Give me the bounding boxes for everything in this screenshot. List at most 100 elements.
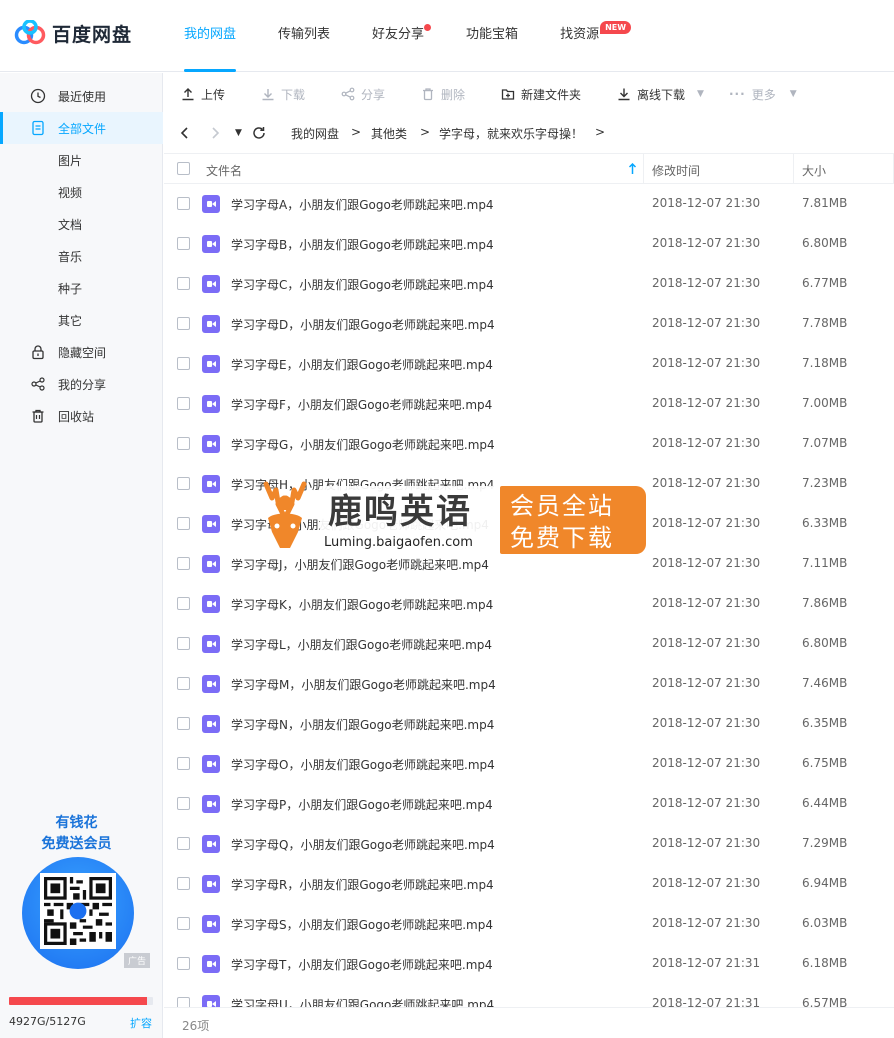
file-name[interactable]: 学习字母K，小朋友们跟Gogo老师跳起来吧.mp4 — [231, 596, 493, 613]
file-size: 6.57MB — [802, 996, 848, 1007]
offline-download-button[interactable]: 离线下载 ▼ — [617, 85, 704, 103]
table-row[interactable]: 学习字母D，小朋友们跟Gogo老师跳起来吧.mp4 2018-12-07 21:3… — [164, 304, 894, 344]
table-row[interactable]: 学习字母E，小朋友们跟Gogo老师跳起来吧.mp4 2018-12-07 21:3… — [164, 344, 894, 384]
tab-find-resources[interactable]: 找资源 NEW — [560, 0, 632, 72]
caret-down-icon[interactable]: ▼ — [790, 89, 797, 99]
sidebar-item-my-shares[interactable]: 我的分享 — [0, 368, 163, 400]
file-name[interactable]: 学习字母R，小朋友们跟Gogo老师跳起来吧.mp4 — [231, 876, 494, 893]
select-all-checkbox[interactable] — [177, 162, 190, 175]
expand-storage-link[interactable]: 扩容 — [130, 1015, 152, 1031]
refresh-icon[interactable] — [251, 125, 267, 141]
row-checkbox[interactable] — [177, 917, 190, 930]
row-checkbox[interactable] — [177, 717, 190, 730]
file-name[interactable]: 学习字母U，小朋友们跟Gogo老师跳起来吧.mp4 — [231, 996, 494, 1007]
logo[interactable]: 百度网盘 — [14, 20, 132, 46]
row-checkbox[interactable] — [177, 397, 190, 410]
sidebar-item-hidden-space[interactable]: 隐藏空间 — [0, 336, 163, 368]
tab-my-netdisk[interactable]: 我的网盘 — [184, 0, 237, 72]
file-name[interactable]: 学习字母G，小朋友们跟Gogo老师跳起来吧.mp4 — [231, 436, 495, 453]
row-checkbox[interactable] — [177, 197, 190, 210]
table-row[interactable]: 学习字母O，小朋友们跟Gogo老师跳起来吧.mp4 2018-12-07 21:3… — [164, 744, 894, 784]
file-name[interactable]: 学习字母F，小朋友们跟Gogo老师跳起来吧.mp4 — [231, 396, 492, 413]
file-name[interactable]: 学习字母D，小朋友们跟Gogo老师跳起来吧.mp4 — [231, 316, 495, 333]
row-checkbox[interactable] — [177, 477, 190, 490]
file-name[interactable]: 学习字母B，小朋友们跟Gogo老师跳起来吧.mp4 — [231, 236, 494, 253]
delete-button[interactable]: 删除 — [421, 85, 465, 103]
file-size: 7.18MB — [802, 356, 848, 370]
video-file-icon — [202, 515, 220, 533]
column-size[interactable]: 大小 — [802, 162, 826, 179]
file-name[interactable]: 学习字母P，小朋友们跟Gogo老师跳起来吧.mp4 — [231, 796, 493, 813]
file-name[interactable]: 学习字母L，小朋友们跟Gogo老师跳起来吧.mp4 — [231, 636, 492, 653]
row-checkbox[interactable] — [177, 317, 190, 330]
tab-toolbox[interactable]: 功能宝箱 — [466, 0, 518, 72]
table-row[interactable]: 学习字母C，小朋友们跟Gogo老师跳起来吧.mp4 2018-12-07 21:3… — [164, 264, 894, 304]
table-row[interactable]: 学习字母U，小朋友们跟Gogo老师跳起来吧.mp4 2018-12-07 21:3… — [164, 984, 894, 1007]
row-checkbox[interactable] — [177, 277, 190, 290]
sidebar-item-music[interactable]: 音乐 — [0, 240, 163, 272]
sidebar-item-recent[interactable]: 最近使用 — [0, 80, 163, 112]
back-arrow-icon[interactable] — [177, 125, 193, 141]
tab-friend-share[interactable]: 好友分享 — [372, 0, 432, 72]
row-checkbox[interactable] — [177, 877, 190, 890]
tab-transfer-list[interactable]: 传输列表 — [278, 0, 330, 72]
new-folder-button[interactable]: 新建文件夹 — [501, 85, 581, 103]
file-name[interactable]: 学习字母Q，小朋友们跟Gogo老师跳起来吧.mp4 — [231, 836, 495, 853]
promo-qr-banner[interactable] — [22, 857, 140, 969]
row-checkbox[interactable] — [177, 997, 190, 1007]
table-row[interactable]: 学习字母K，小朋友们跟Gogo老师跳起来吧.mp4 2018-12-07 21:3… — [164, 584, 894, 624]
sidebar-item-torrents[interactable]: 种子 — [0, 272, 163, 304]
file-name[interactable]: 学习字母C，小朋友们跟Gogo老师跳起来吧.mp4 — [231, 276, 494, 293]
row-checkbox[interactable] — [177, 557, 190, 570]
breadcrumb-item[interactable]: 其他类 — [371, 125, 407, 142]
sidebar-item-other[interactable]: 其它 — [0, 304, 163, 336]
row-checkbox[interactable] — [177, 597, 190, 610]
column-modified-time[interactable]: 修改时间 — [652, 162, 700, 179]
sort-ascending-icon[interactable] — [628, 163, 637, 175]
table-row[interactable]: 学习字母A，小朋友们跟Gogo老师跳起来吧.mp4 2018-12-07 21:3… — [164, 184, 894, 224]
row-checkbox[interactable] — [177, 637, 190, 650]
file-name[interactable]: 学习字母N，小朋友们跟Gogo老师跳起来吧.mp4 — [231, 716, 494, 733]
sidebar-item-recycle-bin[interactable]: 回收站 — [0, 400, 163, 432]
forward-arrow-icon[interactable] — [207, 125, 223, 141]
sidebar-item-videos[interactable]: 视频 — [0, 176, 163, 208]
breadcrumb-current[interactable]: 学字母，就来欢乐字母操！ — [439, 125, 583, 142]
row-checkbox[interactable] — [177, 517, 190, 530]
history-caret-icon[interactable]: ▼ — [235, 128, 242, 138]
table-row[interactable]: 学习字母B，小朋友们跟Gogo老师跳起来吧.mp4 2018-12-07 21:3… — [164, 224, 894, 264]
row-checkbox[interactable] — [177, 797, 190, 810]
table-row[interactable]: 学习字母P，小朋友们跟Gogo老师跳起来吧.mp4 2018-12-07 21:3… — [164, 784, 894, 824]
table-row[interactable]: 学习字母M，小朋友们跟Gogo老师跳起来吧.mp4 2018-12-07 21:3… — [164, 664, 894, 704]
table-row[interactable]: 学习字母F，小朋友们跟Gogo老师跳起来吧.mp4 2018-12-07 21:3… — [164, 384, 894, 424]
file-name[interactable]: 学习字母E，小朋友们跟Gogo老师跳起来吧.mp4 — [231, 356, 493, 373]
share-button[interactable]: 分享 — [341, 85, 385, 103]
row-checkbox[interactable] — [177, 757, 190, 770]
sidebar-item-images[interactable]: 图片 — [0, 144, 163, 176]
table-row[interactable]: 学习字母L，小朋友们跟Gogo老师跳起来吧.mp4 2018-12-07 21:3… — [164, 624, 894, 664]
file-name[interactable]: 学习字母A，小朋友们跟Gogo老师跳起来吧.mp4 — [231, 196, 494, 213]
row-checkbox[interactable] — [177, 437, 190, 450]
table-row[interactable]: 学习字母Q，小朋友们跟Gogo老师跳起来吧.mp4 2018-12-07 21:3… — [164, 824, 894, 864]
row-checkbox[interactable] — [177, 237, 190, 250]
table-row[interactable]: 学习字母S，小朋友们跟Gogo老师跳起来吧.mp4 2018-12-07 21:3… — [164, 904, 894, 944]
breadcrumb-root[interactable]: 我的网盘 — [291, 125, 339, 142]
file-name[interactable]: 学习字母S，小朋友们跟Gogo老师跳起来吧.mp4 — [231, 916, 493, 933]
upload-button[interactable]: 上传 — [181, 85, 225, 103]
column-filename[interactable]: 文件名 — [206, 162, 242, 179]
row-checkbox[interactable] — [177, 957, 190, 970]
table-row[interactable]: 学习字母N，小朋友们跟Gogo老师跳起来吧.mp4 2018-12-07 21:3… — [164, 704, 894, 744]
file-name[interactable]: 学习字母T，小朋友们跟Gogo老师跳起来吧.mp4 — [231, 956, 493, 973]
row-checkbox[interactable] — [177, 677, 190, 690]
sidebar-item-documents[interactable]: 文档 — [0, 208, 163, 240]
row-checkbox[interactable] — [177, 837, 190, 850]
file-name[interactable]: 学习字母M，小朋友们跟Gogo老师跳起来吧.mp4 — [231, 676, 496, 693]
file-name[interactable]: 学习字母O，小朋友们跟Gogo老师跳起来吧.mp4 — [231, 756, 495, 773]
table-row[interactable]: 学习字母R，小朋友们跟Gogo老师跳起来吧.mp4 2018-12-07 21:3… — [164, 864, 894, 904]
sidebar-item-all-files[interactable]: 全部文件 — [0, 112, 163, 144]
row-checkbox[interactable] — [177, 357, 190, 370]
table-row[interactable]: 学习字母T，小朋友们跟Gogo老师跳起来吧.mp4 2018-12-07 21:3… — [164, 944, 894, 984]
table-row[interactable]: 学习字母G，小朋友们跟Gogo老师跳起来吧.mp4 2018-12-07 21:3… — [164, 424, 894, 464]
more-button[interactable]: ··· 更多 ▼ — [729, 85, 797, 103]
download-button[interactable]: 下载 — [261, 85, 305, 103]
caret-down-icon[interactable]: ▼ — [697, 89, 704, 99]
